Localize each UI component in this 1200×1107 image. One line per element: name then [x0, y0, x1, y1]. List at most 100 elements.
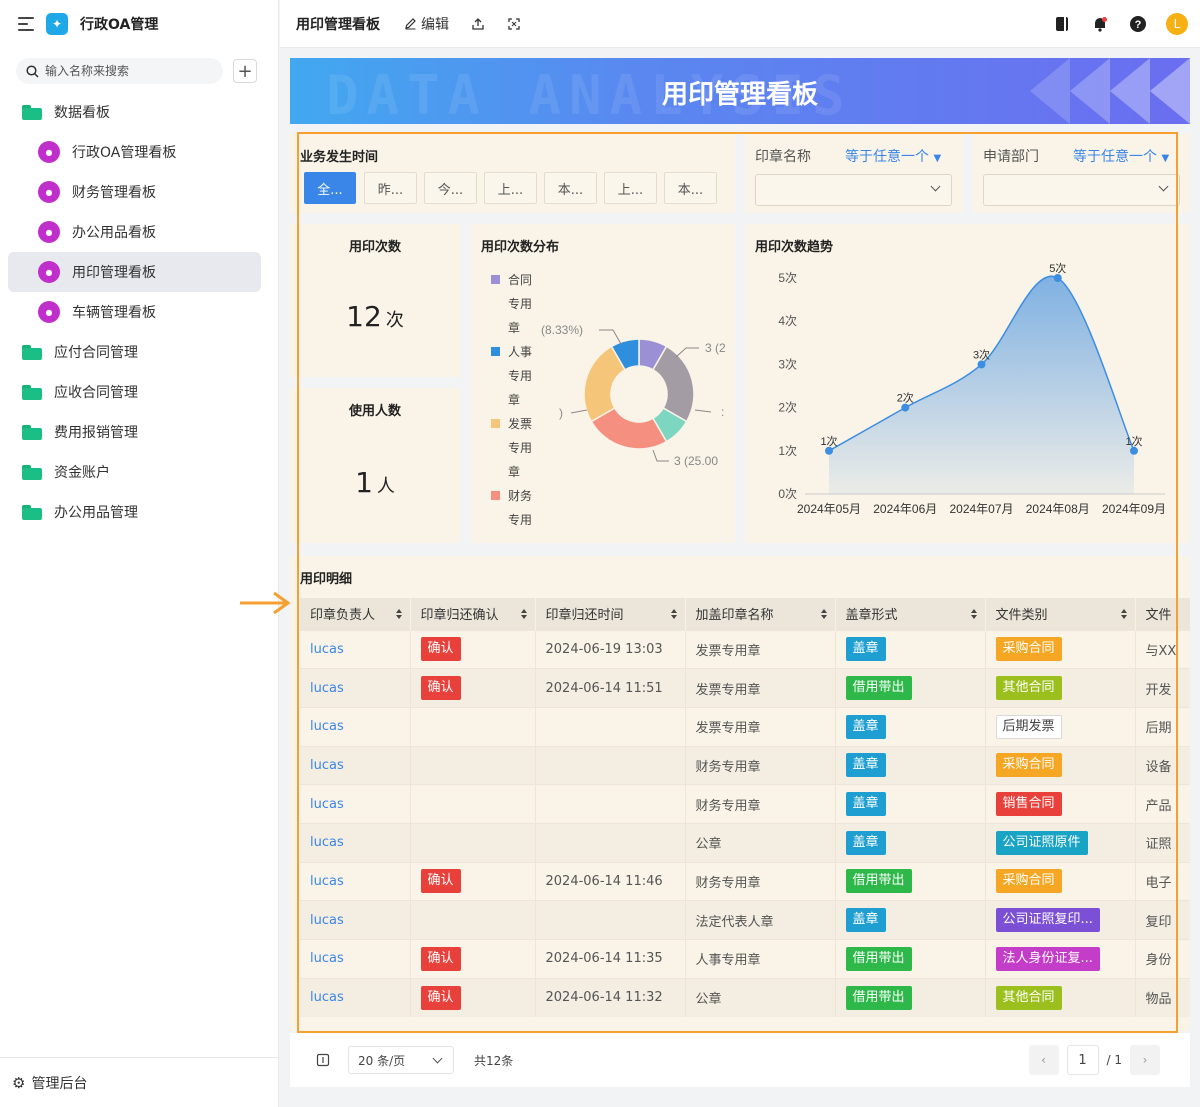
- folder-icon: [22, 464, 42, 480]
- sort-icon[interactable]: [395, 609, 402, 619]
- sort-icon[interactable]: [820, 609, 827, 619]
- page-size-select[interactable]: 20 条/页: [348, 1046, 454, 1074]
- dept-filter-select[interactable]: [983, 174, 1180, 206]
- next-page-button[interactable]: ›: [1130, 1045, 1160, 1075]
- owner-cell[interactable]: lucas: [300, 629, 411, 669]
- pie-slice[interactable]: [651, 345, 695, 423]
- dashboard-icon: ●: [38, 141, 60, 163]
- file-category-cell: 公司证照原件: [985, 822, 1136, 863]
- table-row[interactable]: lucas 确认 2024-06-14 11:51 发票专用章 借用带出 其他合同 开发: [300, 668, 1190, 708]
- sidebar-item-10[interactable]: 办公用品管理: [8, 492, 261, 532]
- column-header[interactable]: 加盖印章名称: [685, 598, 836, 630]
- sort-icon[interactable]: [520, 609, 527, 619]
- book-icon[interactable]: [1052, 14, 1072, 34]
- column-header[interactable]: 印章归还确认: [410, 598, 536, 630]
- help-icon[interactable]: ?: [1128, 14, 1148, 34]
- pie-label-left: ): [559, 406, 563, 420]
- file-category-tag: 其他合同: [995, 985, 1062, 1010]
- sidebar-item-5[interactable]: ● 车辆管理看板: [8, 292, 261, 332]
- owner-cell[interactable]: lucas: [300, 706, 411, 747]
- sidebar-search[interactable]: [16, 58, 223, 84]
- seal-name-cell: 财务专用章: [685, 784, 836, 824]
- table-row[interactable]: lucas 公章 盖章 公司证照原件 证照: [300, 822, 1190, 863]
- trend-point[interactable]: [1130, 446, 1138, 455]
- share-button[interactable]: [471, 17, 485, 31]
- sidebar-item-8[interactable]: 费用报销管理: [8, 412, 261, 452]
- time-filter-button-0[interactable]: 全...: [304, 172, 356, 204]
- stamp-form-tag: 借用带出: [845, 869, 912, 894]
- column-header[interactable]: 盖章形式: [835, 598, 986, 630]
- page-number-input[interactable]: 1: [1066, 1045, 1099, 1075]
- owner-cell[interactable]: lucas: [300, 861, 411, 901]
- sidebar-search-input[interactable]: [45, 64, 215, 78]
- admin-backend-link[interactable]: ⚙ 管理后台: [0, 1057, 278, 1107]
- column-header[interactable]: 文件类别: [985, 598, 1136, 630]
- sidebar-item-3[interactable]: ● 办公用品看板: [8, 212, 261, 252]
- owner-cell[interactable]: lucas: [300, 668, 411, 708]
- column-header[interactable]: 印章归还时间: [535, 598, 686, 630]
- table-row[interactable]: lucas 财务专用章 盖章 销售合同 产品: [300, 784, 1190, 824]
- sidebar-item-4[interactable]: ● 用印管理看板: [8, 252, 261, 292]
- sort-icon[interactable]: [670, 609, 677, 619]
- sidebar-item-2[interactable]: ● 财务管理看板: [8, 172, 261, 212]
- owner-cell[interactable]: lucas: [300, 784, 411, 824]
- kpi-users-title: 使用人数: [348, 404, 401, 419]
- stamp-form-cell: 借用带出: [835, 939, 986, 979]
- table-row[interactable]: lucas 确认 2024-06-19 13:03 发票专用章 盖章 采购合同 与XX: [300, 629, 1190, 669]
- sort-icon[interactable]: [1120, 609, 1127, 619]
- sort-icon[interactable]: [970, 609, 977, 619]
- owner-cell[interactable]: lucas: [300, 900, 411, 940]
- dept-filter-operator[interactable]: 等于任意一个 ▼: [1073, 146, 1169, 166]
- sidebar-item-6[interactable]: 应付合同管理: [8, 332, 261, 372]
- time-filter-button-1[interactable]: 昨...: [364, 172, 417, 204]
- y-tick-label: 0次: [778, 487, 797, 501]
- owner-cell[interactable]: lucas: [300, 745, 411, 785]
- trend-point[interactable]: [825, 446, 833, 455]
- sidebar-item-label: 用印管理看板: [72, 265, 156, 281]
- time-filter-button-2[interactable]: 今...: [424, 172, 477, 204]
- top-bar: 用印管理看板 编辑 ? L: [280, 0, 1200, 48]
- fullscreen-button[interactable]: [507, 17, 521, 31]
- column-header-label: 加盖印章名称: [695, 608, 774, 624]
- table-row[interactable]: lucas 财务专用章 盖章 采购合同 设备: [300, 745, 1190, 785]
- stamp-form-tag: 盖章: [845, 792, 886, 817]
- bell-icon[interactable]: [1090, 14, 1110, 34]
- sidebar-item-label: 行政OA管理看板: [72, 145, 177, 161]
- add-button[interactable]: +: [233, 59, 257, 83]
- table-row[interactable]: lucas 确认 2024-06-14 11:32 公章 借用带出 其他合同 物品: [300, 977, 1190, 1017]
- time-filter-button-3[interactable]: 上...: [484, 172, 537, 204]
- avatar[interactable]: L: [1166, 13, 1188, 35]
- edit-button[interactable]: 编辑: [404, 14, 449, 34]
- sidebar-item-7[interactable]: 应收合同管理: [8, 372, 261, 412]
- chevron-down-icon: [432, 1053, 443, 1064]
- table-row[interactable]: lucas 法定代表人章 盖章 公司证照复印... 复印: [300, 900, 1190, 940]
- car-icon: ●: [38, 301, 60, 323]
- column-header[interactable]: 文件: [1135, 598, 1190, 630]
- owner-cell[interactable]: lucas: [300, 822, 411, 863]
- table-row[interactable]: lucas 确认 2024-06-14 11:46 财务专用章 借用带出 采购合同 电子: [300, 861, 1190, 901]
- table-row[interactable]: lucas 确认 2024-06-14 11:35 人事专用章 借用带出 法人身份证复..…: [300, 939, 1190, 979]
- trend-point[interactable]: [977, 360, 986, 369]
- owner-cell[interactable]: lucas: [300, 977, 411, 1017]
- prev-page-button[interactable]: ‹: [1028, 1045, 1059, 1075]
- trend-point[interactable]: [1053, 274, 1062, 282]
- column-header[interactable]: 印章负责人: [300, 598, 411, 630]
- time-filter-button-6[interactable]: 本...: [664, 172, 717, 204]
- file-category-tag: 其他合同: [995, 676, 1062, 701]
- confirm-cell: 确认: [410, 668, 536, 708]
- sidebar-item-1[interactable]: ● 行政OA管理看板: [8, 132, 261, 172]
- time-filter-button-5[interactable]: 上...: [604, 172, 657, 204]
- sidebar-item-9[interactable]: 资金账户: [8, 452, 261, 492]
- file-cell: 证照: [1135, 822, 1190, 863]
- sidebar-item-0[interactable]: 数据看板: [8, 92, 261, 132]
- table-row[interactable]: lucas 发票专用章 盖章 后期发票 后期: [300, 706, 1190, 747]
- seal-filter-operator[interactable]: 等于任意一个 ▼: [845, 146, 941, 166]
- seal-filter-select[interactable]: [755, 174, 952, 206]
- menu-toggle-icon[interactable]: [18, 17, 34, 31]
- file-cell: 电子: [1135, 861, 1190, 901]
- owner-cell[interactable]: lucas: [300, 939, 411, 979]
- list-toggle-icon[interactable]: [316, 1053, 330, 1067]
- time-filter-button-4[interactable]: 本...: [544, 172, 597, 204]
- detail-table-title: 用印明细: [300, 572, 353, 587]
- trend-point[interactable]: [901, 403, 910, 412]
